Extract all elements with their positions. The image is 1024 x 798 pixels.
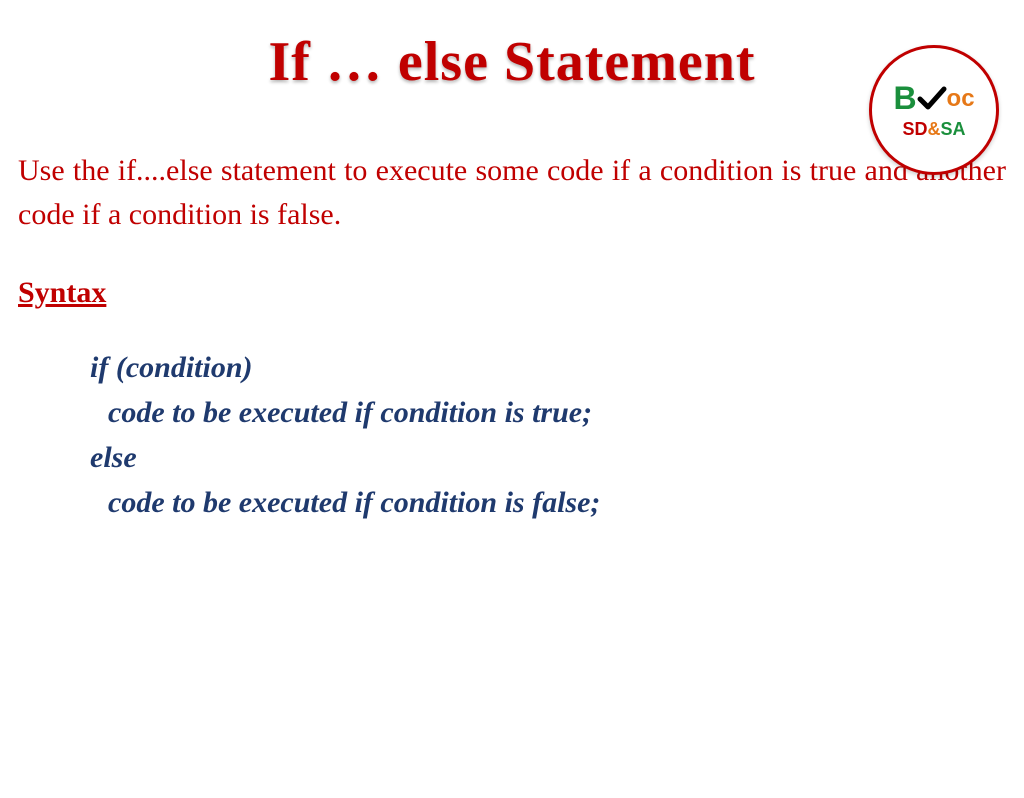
logo-letter-b: B [893,80,916,117]
logo-text-oc: oc [947,85,975,113]
logo-text-amp: & [928,119,941,139]
logo-top-text: B oc [893,80,974,117]
description-text: Use the if....else statement to execute … [18,149,1006,236]
logo-bottom-text: SD&SA [902,119,965,140]
code-line-else: else [90,435,1024,480]
code-block: if (condition) code to be executed if co… [90,345,1024,525]
code-line-true-branch: code to be executed if condition is true… [108,390,1024,435]
code-line-false-branch: code to be executed if condition is fals… [108,480,1024,525]
checkmark-icon [917,84,947,114]
syntax-heading: Syntax [18,276,1024,310]
slide-title: If … else Statement [0,30,1024,94]
logo-text-sa: SA [941,119,966,139]
brand-logo: B oc SD&SA [869,45,999,175]
code-line-if: if (condition) [90,345,1024,390]
logo-text-sd: SD [902,119,927,139]
